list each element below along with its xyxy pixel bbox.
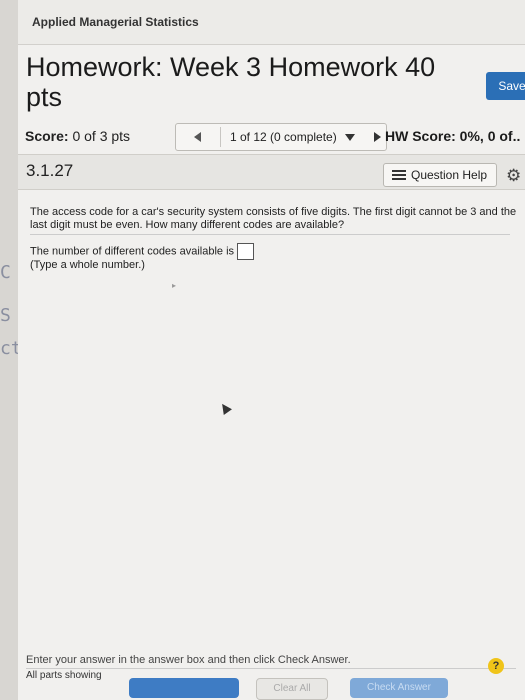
score: Score: 0 of 3 pts: [25, 128, 130, 144]
question-separator: [30, 234, 510, 235]
footer-separator: [26, 668, 516, 669]
triangle-right-icon[interactable]: [374, 132, 381, 142]
question-help-label: Question Help: [411, 168, 488, 182]
check-answer-button[interactable]: Check Answer: [350, 678, 448, 698]
question-navigator: 1 of 12 (0 complete): [175, 123, 387, 151]
answer-input[interactable]: [237, 243, 255, 260]
footer-instruction: Enter your answer in the answer box and …: [26, 654, 351, 666]
question-position[interactable]: 1 of 12 (0 complete): [230, 130, 337, 144]
clear-all-button[interactable]: Clear All: [256, 678, 328, 700]
score-label: Score:: [25, 128, 69, 144]
parts-progress-bar: [129, 678, 239, 698]
question-header: 3.1.27 Question Help: [18, 154, 525, 190]
save-button[interactable]: Save: [486, 72, 525, 100]
gear-icon[interactable]: ⚙: [506, 167, 521, 184]
answer-line: The number of different codes available …: [30, 243, 255, 260]
answer-prompt: The number of different codes available …: [30, 245, 235, 258]
parts-showing-label: All parts showing: [26, 670, 102, 681]
mouse-pointer-icon: [218, 401, 232, 415]
background-text-c: C: [0, 262, 11, 283]
triangle-left-icon[interactable]: [194, 132, 201, 142]
background-text-s: S: [0, 305, 11, 326]
help-icon[interactable]: ?: [488, 658, 504, 674]
caret-down-icon[interactable]: [345, 134, 355, 141]
hw-score: HW Score: 0%, 0 of..: [385, 128, 521, 144]
score-row: Score: 0 of 3 pts 1 of 12 (0 complete) H…: [18, 122, 525, 151]
question-help-button[interactable]: Question Help: [383, 163, 497, 187]
text-cursor-icon: ▸: [172, 281, 177, 290]
nav-divider: [220, 127, 221, 147]
question-number: 3.1.27: [26, 161, 74, 180]
course-header: Applied Managerial Statistics: [18, 0, 525, 45]
course-title: Applied Managerial Statistics: [32, 15, 199, 29]
homework-page: Applied Managerial Statistics Homework: …: [18, 0, 525, 700]
list-icon: [392, 170, 406, 180]
homework-title: Homework: Week 3 Homework 40 pts: [26, 52, 436, 112]
question-text: The access code for a car's security sys…: [30, 206, 517, 231]
score-value: 0 of 3 pts: [72, 128, 131, 144]
answer-hint: (Type a whole number.): [30, 259, 145, 271]
